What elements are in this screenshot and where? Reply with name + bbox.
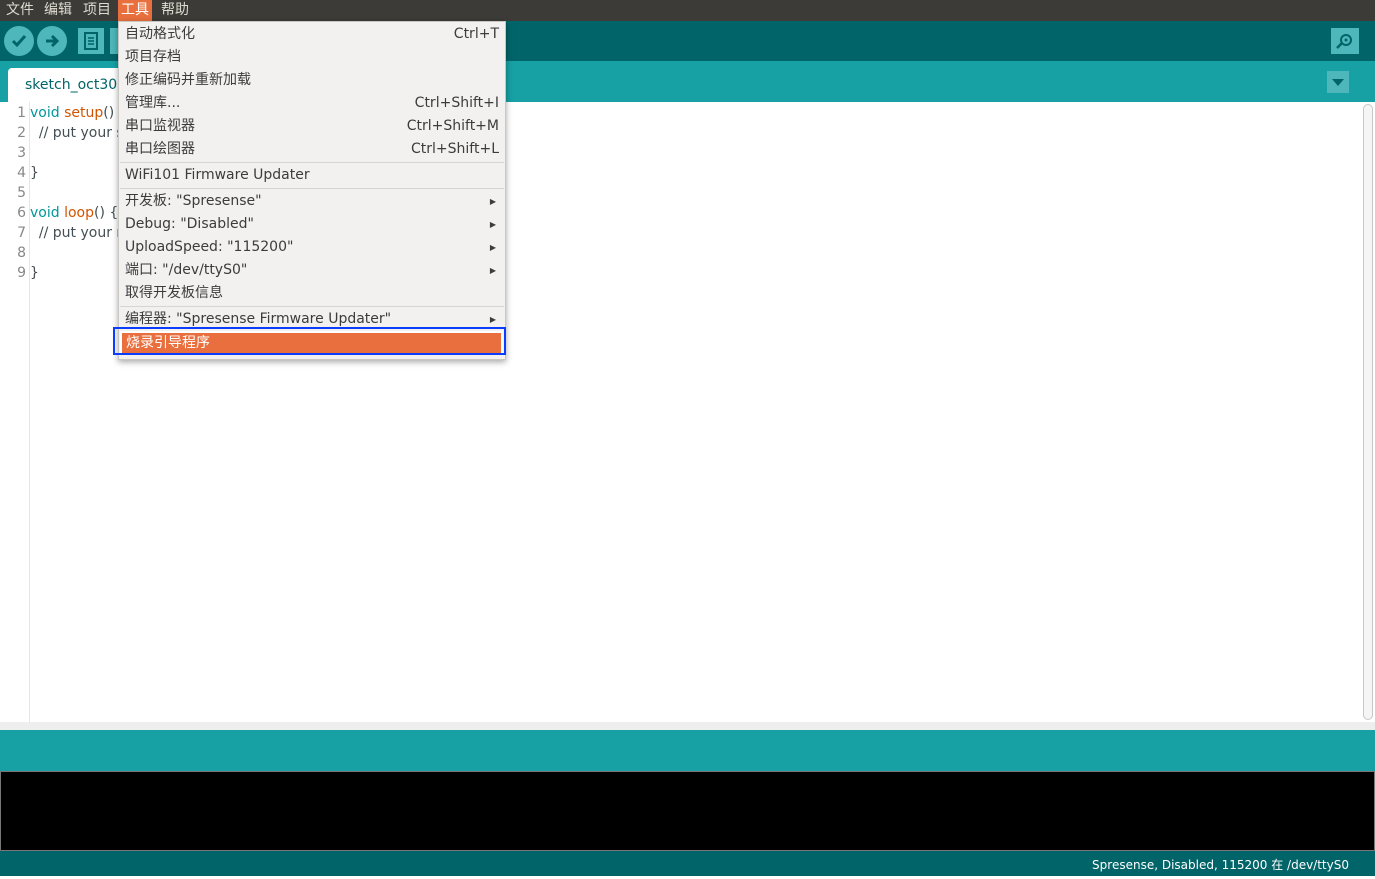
upload-button[interactable]: [37, 26, 67, 56]
triangle-down-icon: [1332, 79, 1344, 86]
checkmark-icon: [11, 35, 27, 48]
code-line: void loop() {: [30, 203, 118, 223]
line-number-gutter: 1 2 3 4 5 6 7 8 9: [0, 102, 30, 722]
menu-item-debug[interactable]: Debug: "Disabled" ▶: [125, 213, 499, 236]
tab-menu-button[interactable]: [1327, 71, 1349, 93]
line-number: 2: [17, 125, 26, 141]
verify-button[interactable]: [4, 26, 34, 56]
menu-item-label: UploadSpeed: "115200": [125, 239, 294, 255]
submenu-arrow-icon: ▶: [489, 266, 496, 275]
menu-item-port[interactable]: 端口: "/dev/ttyS0" ▶: [125, 259, 499, 282]
menu-item-label: 管理库...: [125, 95, 181, 111]
tools-menu: 自动格式化 Ctrl+T 项目存档 修正编码并重新加载 管理库... Ctrl+…: [118, 21, 506, 360]
menu-tools[interactable]: 工具: [118, 0, 152, 21]
menu-item-wifi-updater[interactable]: WiFi101 Firmware Updater: [125, 164, 499, 187]
code-keyword: void: [30, 205, 60, 221]
line-number: 6: [17, 205, 26, 221]
menu-item-label: 端口: "/dev/ttyS0": [125, 262, 248, 278]
selection-highlight-box: [113, 327, 506, 355]
menu-separator: [120, 162, 504, 163]
code-line: // put your m: [30, 225, 131, 241]
menu-item-label: 取得开发板信息: [125, 285, 223, 301]
menu-separator: [120, 306, 504, 307]
code-line: void setup() {: [30, 103, 128, 123]
console-output[interactable]: [0, 771, 1375, 851]
line-number: 4: [17, 165, 26, 181]
magnifier-icon: [1336, 34, 1352, 49]
menu-item-archive-sketch[interactable]: 项目存档: [125, 46, 499, 69]
code-line: }: [30, 265, 39, 281]
menu-separator: [120, 188, 504, 189]
menu-item-board-info[interactable]: 取得开发板信息: [125, 282, 499, 305]
menu-sketch[interactable]: 项目: [80, 0, 114, 21]
line-number: 9: [17, 265, 26, 281]
document-icon: [84, 32, 98, 50]
submenu-arrow-icon: ▶: [489, 220, 496, 229]
status-text: Spresense, Disabled, 115200 在 /dev/ttyS0: [1092, 858, 1349, 872]
menu-item-label: 串口绘图器: [125, 141, 195, 157]
menu-item-serial-plotter[interactable]: 串口绘图器 Ctrl+Shift+L: [125, 138, 499, 161]
menu-item-shortcut: Ctrl+Shift+I: [414, 95, 499, 111]
menu-item-label: 项目存档: [125, 49, 181, 65]
menu-edit[interactable]: 编辑: [41, 0, 75, 21]
code-text: () {: [94, 205, 119, 221]
line-number: 3: [17, 145, 26, 161]
submenu-arrow-icon: ▶: [489, 197, 496, 206]
status-bar: Spresense, Disabled, 115200 在 /dev/ttyS0: [0, 851, 1375, 876]
menu-item-fix-encoding[interactable]: 修正编码并重新加载: [125, 69, 499, 92]
open-sketch-button[interactable]: [110, 28, 118, 54]
code-line: }: [30, 165, 39, 181]
menu-item-upload-speed[interactable]: UploadSpeed: "115200" ▶: [125, 236, 499, 259]
code-keyword: void: [30, 105, 60, 121]
menu-item-auto-format[interactable]: 自动格式化 Ctrl+T: [125, 23, 499, 46]
menu-item-shortcut: Ctrl+T: [453, 26, 499, 42]
line-number: 1: [17, 105, 26, 121]
menu-item-label: 修正编码并重新加载: [125, 72, 251, 88]
menu-item-label: Debug: "Disabled": [125, 216, 254, 232]
menu-file[interactable]: 文件: [3, 0, 37, 21]
menu-item-board[interactable]: 开发板: "Spresense" ▶: [125, 190, 499, 213]
menu-item-serial-monitor[interactable]: 串口监视器 Ctrl+Shift+M: [125, 115, 499, 138]
line-number: 8: [17, 245, 26, 261]
message-area: [0, 730, 1375, 771]
menu-item-label: 串口监视器: [125, 118, 195, 134]
split-divider[interactable]: [0, 722, 1375, 730]
menu-item-manage-libraries[interactable]: 管理库... Ctrl+Shift+I: [125, 92, 499, 115]
code-line: // put your s: [30, 125, 124, 141]
serial-monitor-button[interactable]: [1331, 28, 1359, 54]
menu-item-shortcut: Ctrl+Shift+M: [406, 118, 499, 134]
line-number: 5: [17, 185, 26, 201]
code-function: loop: [64, 205, 95, 221]
menu-item-label: WiFi101 Firmware Updater: [125, 167, 310, 183]
menu-item-shortcut: Ctrl+Shift+L: [411, 141, 499, 157]
line-number: 7: [17, 225, 26, 241]
menubar: 文件 编辑 项目 工具 帮助: [0, 0, 1375, 21]
arrow-right-icon: [46, 34, 60, 48]
menu-item-label: 开发板: "Spresense": [125, 193, 262, 209]
editor-scrollbar[interactable]: [1363, 104, 1373, 720]
new-sketch-button[interactable]: [78, 28, 104, 54]
menu-help[interactable]: 帮助: [158, 0, 192, 21]
code-function: setup: [64, 105, 104, 121]
submenu-arrow-icon: ▶: [489, 243, 496, 252]
menu-item-label: 自动格式化: [125, 26, 195, 42]
